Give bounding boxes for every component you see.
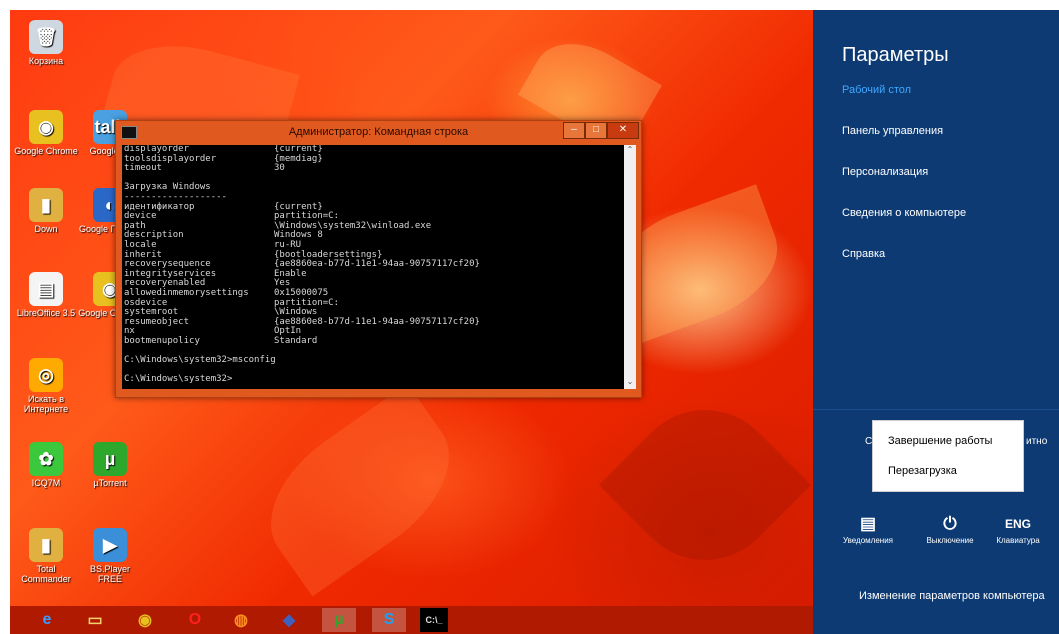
desktop-icon-label: Искать в Интернете (23, 394, 69, 414)
taskbar: e ▭ ◉ O ◍ ◆ µ S C:\_ (10, 606, 813, 634)
desktop-icon-label: Google Chrome (14, 146, 78, 156)
charms-link-pc-info[interactable]: Сведения о компьютере (842, 207, 966, 219)
desktop-icon[interactable]: ▶ BS.Player FREE (78, 528, 142, 584)
console-line: resumeobject {ae8860e8-b77d-11e1-94aa-907… (124, 316, 624, 328)
taskbar-skype-icon[interactable]: S (372, 608, 406, 632)
desktop-icon[interactable]: ◉ Google Chrome (14, 110, 78, 156)
console-key: device (124, 211, 157, 222)
keyboard-lang: ENG (1004, 517, 1031, 531)
desktop-icon-label: BS.Player FREE (89, 564, 131, 584)
desktop-icon[interactable]: ▮ Down (14, 188, 78, 234)
taskbar-ie-icon[interactable]: e (30, 608, 64, 632)
keyboard-label: Клавиатура (996, 536, 1040, 545)
power-label: Выключение (926, 536, 974, 545)
restart-menu-item[interactable]: Перезагрузка (888, 465, 957, 477)
charms-link-control-panel[interactable]: Панель управления (842, 125, 943, 137)
prompt-line-current: C:\Windows\system32> (124, 374, 233, 385)
console-value: {ae8860e8-b77d-11e1-94aa-90757117cf20} (274, 316, 480, 327)
prompt-line: C:\Windows\system32>msconfig (124, 355, 276, 366)
notifications-label: Уведомления (842, 536, 894, 545)
charms-title: Параметры (842, 44, 949, 66)
console-key: timeout (124, 163, 162, 174)
desktop-icon-image: ▮ (29, 528, 63, 562)
console-line: идентификатор {current} (124, 202, 624, 213)
console-value: 30 (274, 163, 285, 174)
taskbar-app-icon[interactable]: ◆ (272, 608, 306, 632)
desktop-icon-label: ICQ7M (31, 478, 61, 488)
desktop-icon-image: µ (93, 442, 127, 476)
notifications-button[interactable]: ▤ Уведомления (833, 512, 903, 545)
desktop-icon-image: ◎ (29, 358, 63, 392)
cmd-window[interactable]: Администратор: Командная строка – □ ✕ di… (115, 120, 642, 398)
shutdown-menu-item[interactable]: Завершение работы (888, 435, 992, 447)
charms-link-help[interactable]: Справка (842, 248, 885, 260)
console-line: toolsdisplayorder {memdiag} (124, 154, 624, 165)
cmd-title-bar[interactable]: Администратор: Командная строка – □ ✕ (116, 121, 641, 143)
taskbar-opera-icon[interactable]: O (178, 608, 212, 632)
desktop-icon-image: ◉ (29, 110, 63, 144)
change-pc-settings-link[interactable]: Изменение параметров компьютера (859, 590, 1045, 602)
desktop-icon[interactable]: ▮ Total Commander (14, 528, 78, 584)
cmd-console[interactable]: displayorder {current} toolsdisplayorder {m… (122, 145, 624, 389)
console-line: path \Windows\system32\winload.exe (124, 221, 624, 232)
desktop-icon-image: ▶ (93, 528, 127, 562)
desktop-icon[interactable]: ▤ LibreOffice 3.5 (14, 272, 78, 318)
taskbar-chrome-icon[interactable]: ◉ (128, 608, 162, 632)
scroll-down-icon[interactable]: ⌄ (624, 377, 636, 389)
maximize-button[interactable]: □ (585, 122, 607, 139)
desktop-icon-image: ▤ (29, 272, 63, 306)
desktop-icon-label: Корзина (28, 56, 64, 66)
taskbar-firefox-icon[interactable]: ◍ (224, 608, 258, 632)
notifications-icon: ▤ (859, 514, 877, 533)
desktop-icon[interactable]: 🗑 Корзина (14, 20, 78, 66)
desktop-icon-image: 🗑 (29, 20, 63, 54)
power-icon: ⏻ (943, 514, 957, 533)
screen: 🗑 Корзина ◉ Google Chrome talk Google Ta ▮ Down… (10, 10, 1059, 634)
desktop-icon-label: Total Commander (21, 564, 71, 584)
power-menu: Завершение работы Перезагрузка (872, 420, 1024, 492)
desktop-icon-image: ▮ (29, 188, 63, 222)
console-key: resumeobject (124, 316, 190, 327)
console-value: Standard (274, 335, 318, 346)
desktop-icon[interactable]: ✿ ICQ7M (14, 442, 78, 488)
console-line: description Windows 8 (124, 231, 624, 241)
minimize-button[interactable]: – (563, 122, 585, 139)
cmd-scrollbar[interactable]: ⌃ ⌄ (624, 145, 636, 389)
power-button[interactable]: ⏻ Выключение (915, 512, 985, 545)
close-button[interactable]: ✕ (607, 122, 639, 139)
desktop-icon[interactable]: ◎ Искать в Интернете (14, 358, 78, 414)
keyboard-button[interactable]: ENG Клавиатура (983, 512, 1053, 545)
desktop-icon[interactable]: µ µTorrent (78, 442, 142, 488)
section-rule: ------------------- (124, 191, 227, 202)
charms-divider (813, 409, 1059, 410)
charms-partial-text-right: итно (1026, 436, 1048, 447)
scroll-up-icon[interactable]: ⌃ (624, 145, 636, 157)
console-line: bootmenupolicy Standard (124, 335, 624, 347)
charms-settings-panel: Параметры Рабочий стол Панель управления… (813, 10, 1059, 634)
console-line: allowedinmemorysettings 0x15000075 (124, 288, 624, 299)
console-line: timeout 30 (124, 164, 624, 174)
desktop-icon-label: µTorrent (93, 478, 127, 488)
console-line: osdevice partition=C: (124, 298, 624, 309)
taskbar-utorrent-icon[interactable]: µ (322, 608, 356, 632)
desktop-icon-label: LibreOffice 3.5 (16, 308, 76, 318)
taskbar-cmd-icon[interactable]: C:\_ (420, 608, 448, 632)
charms-link-desktop[interactable]: Рабочий стол (842, 84, 911, 96)
desktop-icon-label: Down (34, 224, 58, 234)
taskbar-explorer-icon[interactable]: ▭ (78, 608, 112, 632)
charms-link-personalization[interactable]: Персонализация (842, 166, 928, 178)
desktop-icon-image: ✿ (29, 442, 63, 476)
console-key: bootmenupolicy (124, 335, 200, 346)
